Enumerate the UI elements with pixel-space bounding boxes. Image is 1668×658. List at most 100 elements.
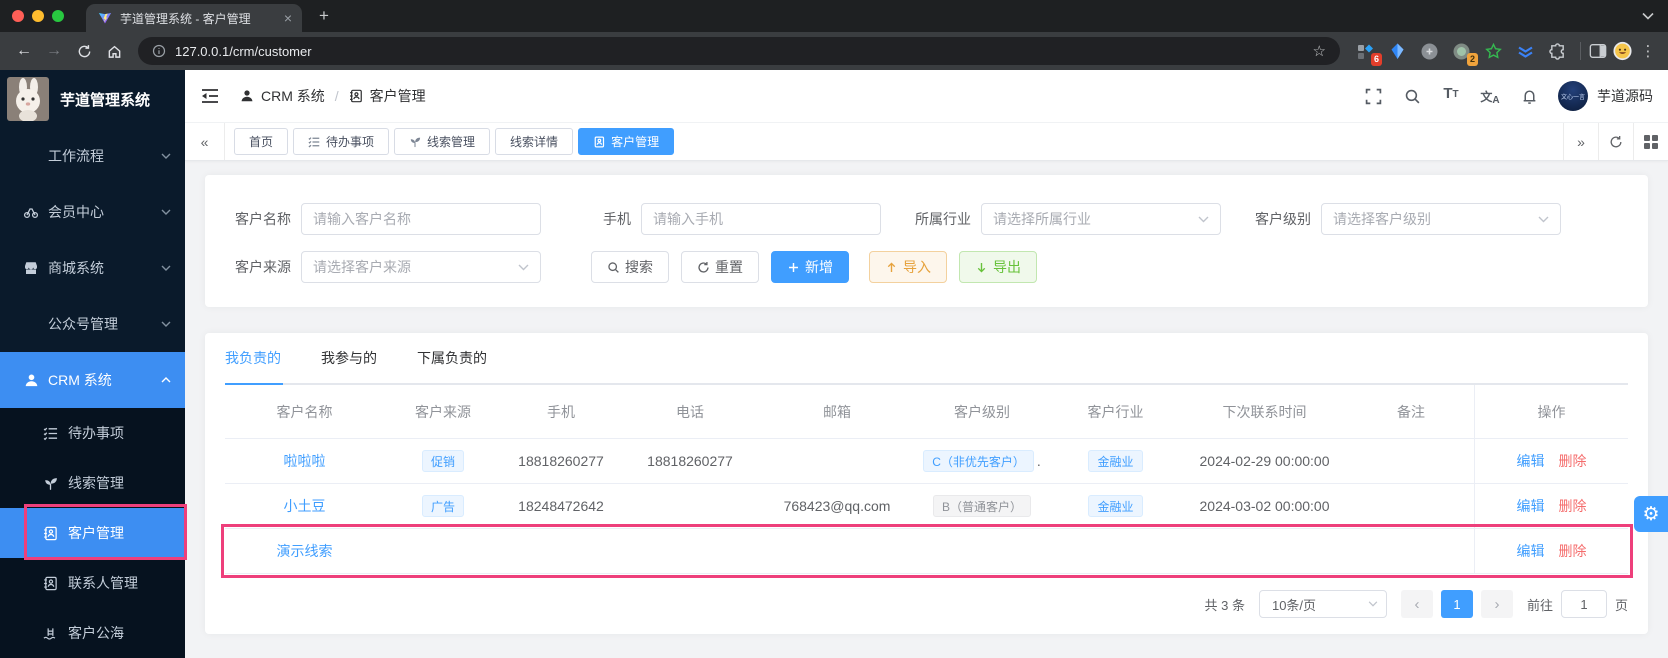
tab-close-icon[interactable]: × (284, 10, 292, 26)
forward-icon[interactable]: → (40, 37, 68, 65)
window-minimize-button[interactable] (32, 10, 44, 22)
tagview-todo[interactable]: 待办事项 (293, 128, 390, 155)
export-button[interactable]: 导出 (959, 251, 1037, 283)
address-bar[interactable]: 127.0.0.1/crm/customer ☆ (138, 37, 1340, 65)
theme-settings-button[interactable]: ⚙ (1634, 496, 1668, 532)
sidebar-item-clue[interactable]: 线索管理 (0, 458, 185, 508)
tab-subordinate[interactable]: 下属负责的 (397, 333, 507, 383)
reset-button[interactable]: 重置 (681, 251, 759, 283)
search-button[interactable]: 搜索 (591, 251, 669, 283)
edit-link[interactable]: 编辑 (1517, 451, 1545, 471)
browser-menu-icon[interactable]: ⋮ (1638, 42, 1658, 60)
site-info-icon[interactable] (152, 44, 166, 58)
page-size-select[interactable]: 10条/页 (1258, 590, 1387, 618)
font-size-icon[interactable]: TT (1441, 86, 1461, 106)
extensions-puzzle-icon[interactable] (1548, 42, 1567, 61)
breadcrumb-root[interactable]: CRM 系统 (261, 86, 325, 106)
cell-actions: 编辑 删除 (1474, 484, 1628, 528)
reload-icon[interactable] (70, 37, 98, 65)
tab-search-icon[interactable] (1642, 12, 1654, 20)
username[interactable]: 芋道源码 (1597, 86, 1653, 106)
source-select[interactable]: 请选择客户来源 (301, 251, 541, 283)
sidebar-item-mp[interactable]: 公众号管理 (0, 296, 185, 352)
sidebar-item-todo[interactable]: 待办事项 (0, 408, 185, 458)
sidebar-item-customer[interactable]: 客户管理 (0, 508, 185, 558)
app-title: 芋道管理系统 (60, 91, 151, 109)
window-close-button[interactable] (12, 10, 24, 22)
contact-book-icon (43, 576, 58, 591)
sidebar-item-mall[interactable]: 商城系统 (0, 240, 185, 296)
tagview-customer[interactable]: 客户管理 (578, 128, 675, 155)
next-page-button[interactable]: › (1480, 590, 1513, 618)
toolbar-divider (1580, 42, 1581, 60)
app-logo-rabbit (7, 77, 49, 121)
layout-size-grid-icon[interactable] (1633, 123, 1668, 160)
col-industry: 客户行业 (1087, 403, 1144, 420)
sidebar-collapse-icon[interactable] (200, 87, 222, 105)
checklist-icon (308, 136, 320, 148)
page-number-button[interactable]: 1 (1440, 590, 1473, 618)
sidebar-item-pool[interactable]: 客户公海 (0, 608, 185, 658)
table-row: 啦啦啦 促销 18818260277 18818260277 C（非优先客户）.… (225, 439, 1628, 484)
tags-scroll-right-icon[interactable]: » (1563, 123, 1598, 160)
extension-chevrons-icon[interactable] (1516, 42, 1535, 61)
user-avatar[interactable]: 文心一言 (1558, 81, 1588, 111)
fullscreen-icon[interactable] (1363, 86, 1383, 106)
extension-star-icon[interactable] (1484, 42, 1503, 61)
customer-link[interactable]: 演示线索 (277, 541, 333, 561)
customer-link[interactable]: 啦啦啦 (284, 451, 326, 471)
mobile-input[interactable] (641, 203, 881, 235)
tags-scroll-left-icon[interactable]: « (185, 123, 225, 160)
tagview-clue[interactable]: 线索管理 (394, 128, 491, 155)
search-icon[interactable] (1402, 86, 1422, 106)
customer-link[interactable]: 小土豆 (284, 496, 326, 516)
home-icon[interactable] (100, 37, 128, 65)
main-area: CRM 系统 / 客户管理 TT 文A 文心一言 芋道源码 « 首页 待办事项 … (185, 70, 1668, 643)
page-content: 客户名称 手机 所属行业 请选择所属行业 (185, 161, 1668, 643)
back-icon[interactable]: ← (10, 37, 38, 65)
col-name: 客户名称 (276, 403, 333, 420)
tab-my-responsible[interactable]: 我负责的 (225, 333, 301, 385)
prev-page-button[interactable]: ‹ (1400, 590, 1433, 618)
side-panel-icon[interactable] (1588, 42, 1607, 61)
profile-avatar-icon[interactable] (1613, 41, 1632, 61)
sidebar-item-contact[interactable]: 联系人管理 (0, 558, 185, 608)
goto-page-input[interactable] (1560, 590, 1607, 618)
sidebar-item-member[interactable]: 会员中心 (0, 184, 185, 240)
window-zoom-button[interactable] (52, 10, 64, 22)
edit-link[interactable]: 编辑 (1517, 541, 1545, 561)
tab-my-participating[interactable]: 我参与的 (301, 333, 397, 383)
bookmark-star-icon[interactable]: ☆ (1313, 42, 1326, 60)
language-icon[interactable]: 文A (1480, 86, 1500, 107)
seedling-icon (409, 136, 421, 148)
industry-select[interactable]: 请选择所属行业 (981, 203, 1221, 235)
pager-buttons: ‹ 1 › (1400, 590, 1513, 618)
bell-icon[interactable] (1519, 86, 1539, 106)
search-icon (607, 261, 620, 274)
sidebar-item-label: CRM 系统 (48, 372, 112, 388)
delete-link[interactable]: 删除 (1559, 451, 1587, 471)
customer-name-input[interactable] (301, 203, 541, 235)
new-tab-button[interactable]: + (310, 2, 338, 30)
extension-badge2-icon[interactable]: 2 (1452, 42, 1478, 66)
browser-tab[interactable]: 芋道管理系统 - 客户管理 × (86, 4, 302, 32)
refresh-page-icon[interactable] (1598, 123, 1633, 160)
extension-grid-icon[interactable]: 6 (1356, 42, 1382, 66)
tagview-home[interactable]: 首页 (234, 128, 289, 155)
pool-icon (43, 626, 58, 641)
delete-link[interactable]: 删除 (1559, 496, 1587, 516)
add-button[interactable]: 新增 (771, 251, 849, 283)
delete-link[interactable]: 删除 (1559, 541, 1587, 561)
button-label: 导入 (903, 259, 931, 275)
extension-circle-icon[interactable] (1420, 42, 1439, 61)
edit-link[interactable]: 编辑 (1517, 496, 1545, 516)
level-select[interactable]: 请选择客户级别 (1321, 203, 1561, 235)
tagview-clue-detail[interactable]: 线索详情 (495, 128, 574, 155)
extension-kite-icon[interactable] (1388, 42, 1407, 61)
tagview-tabs: 首页 待办事项 线索管理 线索详情 客户管理 (225, 123, 1563, 160)
scope-tabs: 我负责的 我参与的 下属负责的 (225, 333, 1628, 385)
industry-tag: 金融业 (1088, 495, 1143, 517)
sidebar-item-crm[interactable]: CRM 系统 (0, 352, 185, 408)
import-button[interactable]: 导入 (869, 251, 947, 283)
sidebar-item-workflow[interactable]: 工作流程 (0, 128, 185, 184)
